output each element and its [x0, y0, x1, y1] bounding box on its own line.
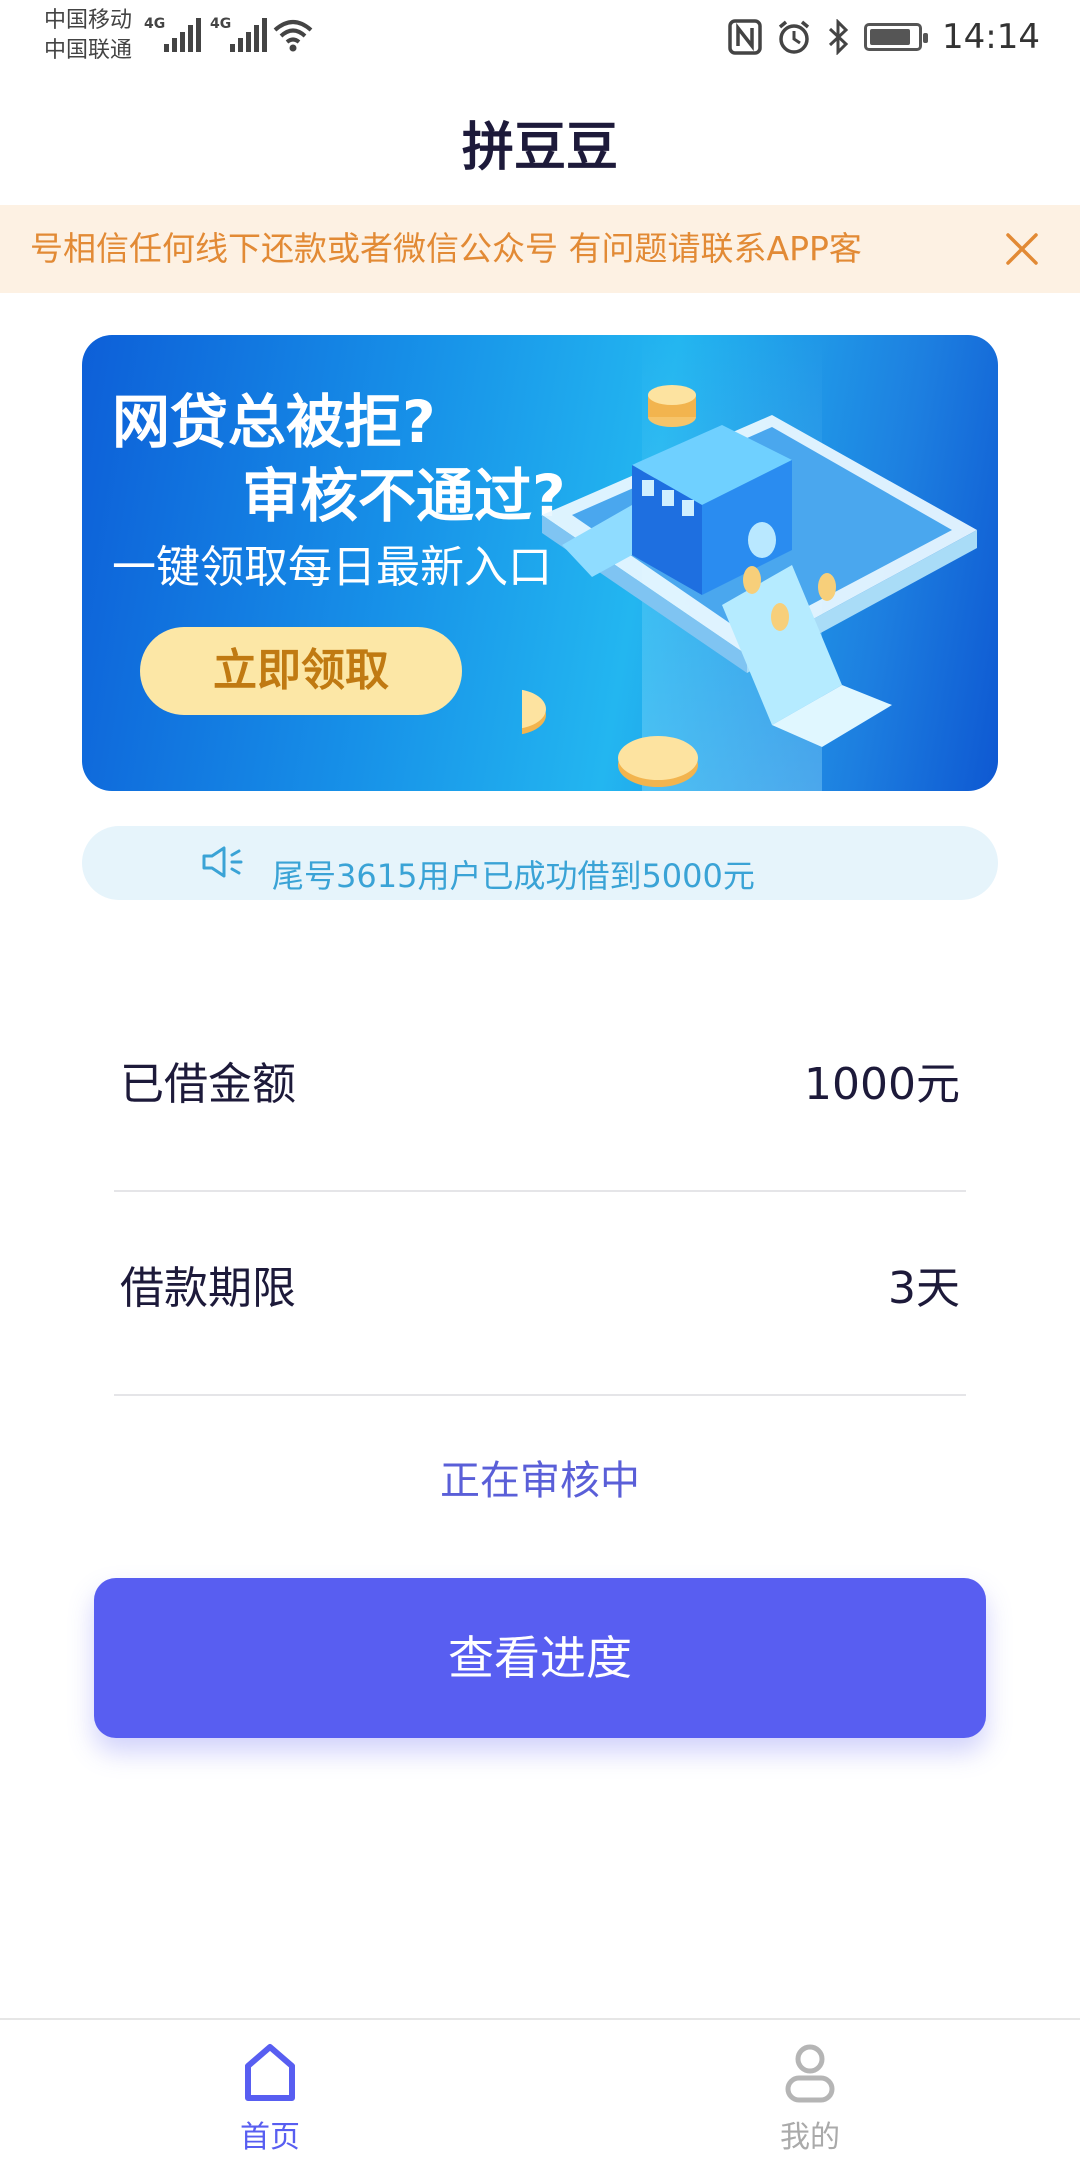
bottom-tab-bar: 首页 我的 — [0, 2018, 1080, 2160]
status-bar: 中国移动 中国联通 4G 4G 14:14 — [0, 0, 1080, 74]
loan-broadcast: 尾号3615用户已成功借到5000元 — [82, 826, 998, 900]
tab-home[interactable]: 首页 — [0, 2020, 540, 2160]
loan-term-label: 借款期限 — [120, 1263, 296, 1314]
battery-icon — [864, 23, 929, 51]
wifi-icon — [273, 20, 313, 52]
loan-term-value: 3天 — [888, 1263, 960, 1314]
nfc-icon — [728, 19, 762, 55]
carrier-2-label: 中国联通 — [44, 38, 133, 63]
banner-subline: 一键领取每日最新入口 — [112, 542, 552, 593]
home-icon — [245, 2044, 295, 2101]
bluetooth-icon — [828, 19, 849, 55]
alarm-icon — [778, 20, 810, 54]
clock: 14:14 — [942, 17, 1040, 57]
close-icon[interactable] — [1002, 229, 1042, 269]
notice-bar: 号相信任何线下还款或者微信公众号 有问题请联系APP客 — [0, 205, 1080, 293]
borrowed-amount-value: 1000元 — [804, 1059, 960, 1110]
review-status: 正在审核中 — [440, 1458, 640, 1504]
borrowed-amount-label: 已借金额 — [120, 1059, 296, 1110]
tab-mine[interactable]: 我的 — [540, 2020, 1080, 2160]
view-progress-button[interactable]: 查看进度 — [94, 1578, 986, 1738]
tab-mine-label: 我的 — [780, 2120, 840, 2155]
speaker-icon — [202, 846, 243, 878]
notice-text: 号相信任何线下还款或者微信公众号 有问题请联系APP客 — [30, 229, 862, 268]
carrier-info: 中国移动 中国联通 — [44, 6, 132, 66]
banner-headline-1: 网贷总被拒? — [112, 388, 436, 456]
network-type-1: 4G — [144, 16, 166, 32]
tab-home-label: 首页 — [240, 2120, 300, 2155]
page-title: 拼豆豆 — [461, 118, 618, 178]
claim-now-button[interactable]: 立即领取 — [140, 627, 462, 715]
carrier-1-label: 中国移动 — [44, 8, 133, 33]
promo-banner[interactable]: 网贷总被拒? 审核不通过? 一键领取每日最新入口 立即领取 — [82, 335, 998, 791]
app-screen: 中国移动 中国联通 4G 4G 14:14 拼豆豆 号相信任何线下还款或者微信公… — [0, 0, 1080, 2160]
user-icon — [785, 2044, 835, 2103]
status-right: 14:14 — [728, 12, 1040, 62]
loan-term-row: 借款期限 3天 — [114, 1192, 966, 1396]
banner-headline-2: 审核不通过? — [242, 462, 566, 530]
broadcast-message: 尾号3615用户已成功借到5000元 — [272, 857, 755, 895]
borrowed-amount-row: 已借金额 1000元 — [114, 988, 966, 1192]
network-type-2: 4G — [210, 16, 232, 32]
finance-illustration — [522, 385, 977, 787]
